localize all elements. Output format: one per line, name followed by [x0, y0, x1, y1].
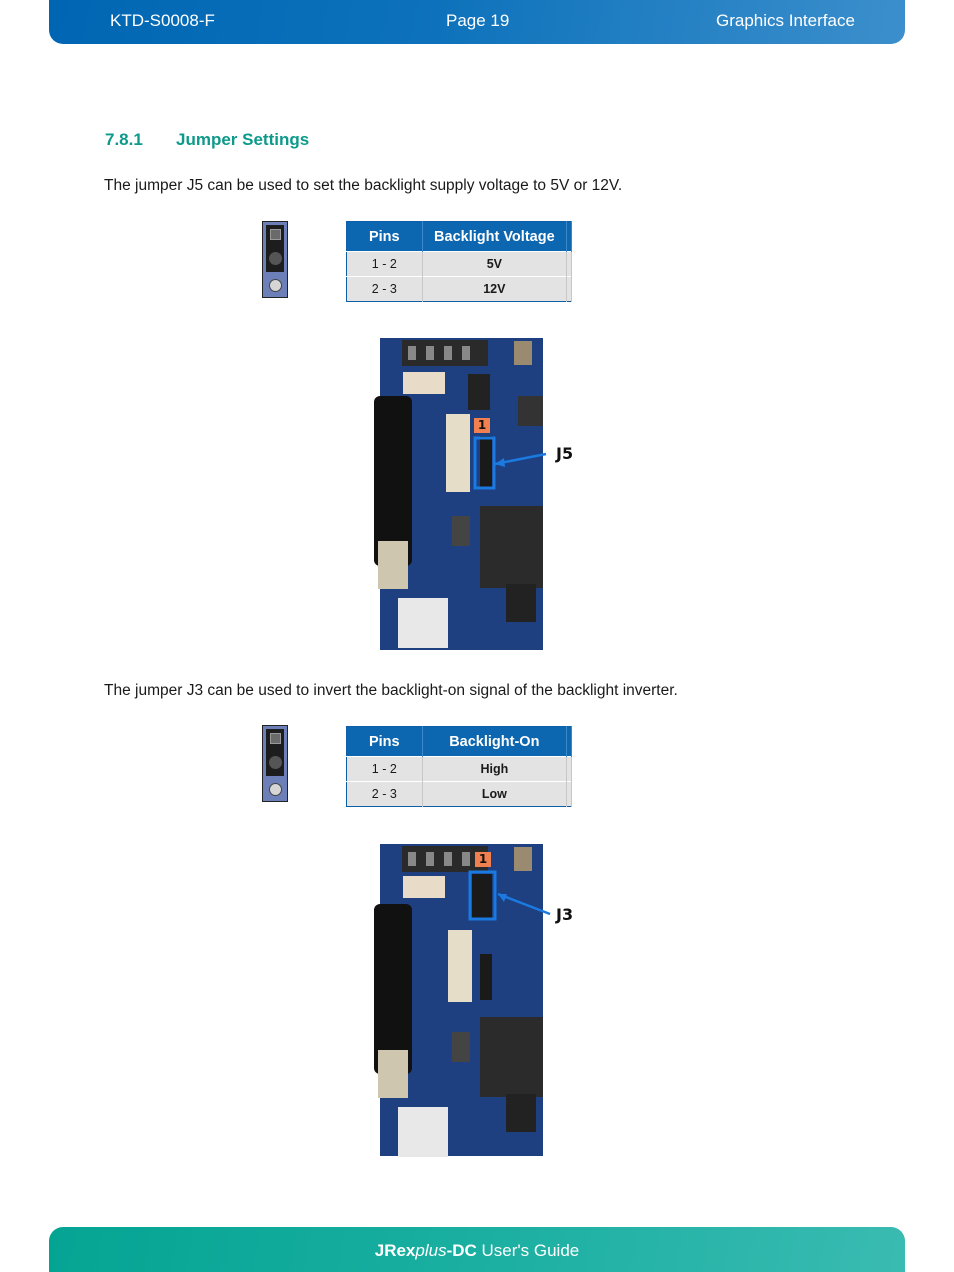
column-header: Pins	[346, 221, 423, 252]
section-heading: 7.8.1 Jumper Settings	[105, 130, 309, 150]
pin-1-marker: 1	[475, 852, 491, 867]
j3-description: The jumper J3 can be used to invert the …	[104, 682, 678, 699]
column-header: Backlight Voltage	[422, 221, 568, 252]
j3-jumper-diagram	[262, 725, 288, 802]
j3-settings-table: Pins Backlight-On 1 - 2 High 2 - 3 Low	[346, 726, 572, 807]
j3-board-photo: 1 J3	[368, 842, 583, 1160]
column-header: Backlight-On	[422, 726, 568, 757]
j3-callout-label: J3	[556, 905, 574, 924]
page-footer: JRexplus-DC User's Guide	[49, 1227, 905, 1272]
pin-1-icon	[270, 733, 281, 744]
pins-cell: 2 - 3	[346, 781, 423, 807]
section-number: 7.8.1	[105, 130, 143, 149]
j5-description: The jumper J5 can be used to set the bac…	[104, 177, 623, 194]
j5-jumper-diagram	[262, 221, 288, 298]
pin-3-icon	[269, 279, 282, 292]
pin-3-icon	[269, 783, 282, 796]
value-cell: 12V	[422, 276, 568, 302]
value-cell: Low	[422, 781, 568, 807]
chapter-title: Graphics Interface	[716, 11, 855, 30]
table-row: 1 - 2 High	[346, 756, 572, 782]
table-row: 2 - 3 12V	[346, 276, 572, 302]
value-cell: 5V	[422, 251, 568, 277]
pins-cell: 1 - 2	[346, 251, 423, 277]
table-row: 1 - 2 5V	[346, 251, 572, 277]
section-title: Jumper Settings	[176, 130, 310, 149]
document-id: KTD-S0008-F	[110, 11, 215, 30]
table-header-row: Pins Backlight-On	[346, 726, 572, 757]
document-title: JRexplus-DC User's Guide	[374, 1241, 580, 1260]
j5-board-photo: 1 J5	[368, 336, 583, 654]
value-cell: High	[422, 756, 568, 782]
pins-cell: 1 - 2	[346, 756, 423, 782]
column-header: Pins	[346, 726, 423, 757]
pins-cell: 2 - 3	[346, 276, 423, 302]
j5-callout-label: J5	[556, 444, 574, 463]
table-header-row: Pins Backlight Voltage	[346, 221, 572, 252]
page-number: Page 19	[446, 11, 510, 30]
board-photo-illustration	[374, 844, 583, 1160]
board-photo-illustration	[374, 338, 583, 654]
pin-2-icon	[269, 756, 282, 769]
j5-settings-table: Pins Backlight Voltage 1 - 2 5V 2 - 3 12…	[346, 221, 572, 302]
pin-1-icon	[270, 229, 281, 240]
page-header: KTD-S0008-F Page 19 Graphics Interface	[49, 0, 905, 44]
pin-1-marker: 1	[474, 418, 490, 433]
pin-2-icon	[269, 252, 282, 265]
table-row: 2 - 3 Low	[346, 781, 572, 807]
